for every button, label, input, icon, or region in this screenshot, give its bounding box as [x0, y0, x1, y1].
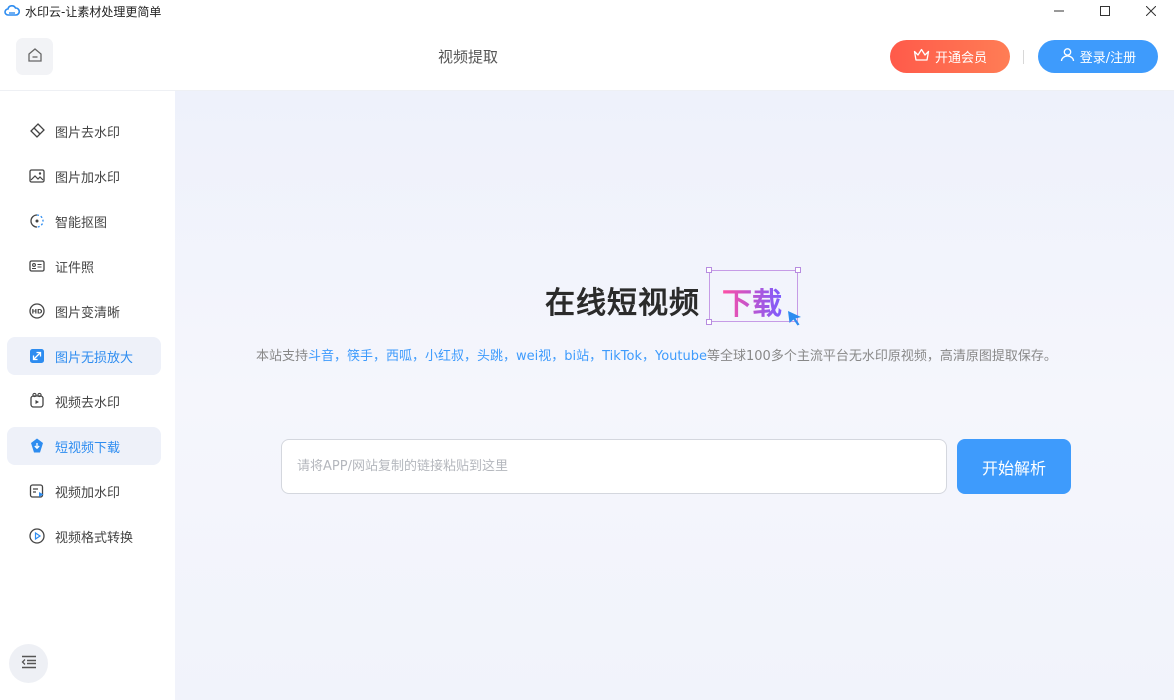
image-icon [28, 167, 46, 185]
hero-title-highlight-box: 下载 [706, 267, 801, 325]
sidebar-item-smart-cutout[interactable]: 智能抠图 [7, 202, 161, 240]
crown-icon [913, 48, 930, 66]
hd-icon: HD [28, 302, 46, 320]
hero-subtitle-prefix: 本站支持 [256, 349, 309, 364]
sidebar-item-id-photo[interactable]: 证件照 [7, 247, 161, 285]
login-button[interactable]: 登录/注册 [1038, 40, 1158, 73]
video-url-input[interactable] [281, 439, 947, 494]
menu-collapse-icon [21, 654, 37, 673]
id-card-icon [28, 257, 46, 275]
hero-subtitle: 本站支持斗音，筷手，西呱，小红叔，头跳，wei视，bi站，TikTok，Yout… [256, 345, 1057, 364]
home-button[interactable] [16, 38, 53, 75]
enlarge-icon [28, 347, 46, 365]
sidebar-item-video-remove-watermark[interactable]: 视频去水印 [7, 382, 161, 420]
header-divider [1023, 50, 1024, 64]
sidebar-collapse-button[interactable] [9, 644, 48, 683]
cloud-app-icon [4, 3, 20, 19]
hero-subtitle-suffix: 等全球100多个主流平台无水印原视频，高清原图提取保存。 [707, 349, 1057, 364]
svg-text:HD: HD [32, 308, 43, 316]
sidebar-item-image-add-watermark[interactable]: 图片加水印 [7, 157, 161, 195]
sidebar-item-image-lossless-enlarge[interactable]: 图片无损放大 [7, 337, 161, 375]
vip-button-label: 开通会员 [934, 51, 987, 66]
selection-handle [706, 267, 712, 273]
window-controls [1036, 0, 1174, 22]
main-content: 在线短视频 下载 本站支持斗音，筷手，西呱，小红叔，头跳，wei视，bi站，Ti… [175, 91, 1174, 700]
hero-title: 在线短视频 [545, 286, 700, 321]
video-convert-icon [28, 527, 46, 545]
window-title: 水印云-让素材处理更简单 [25, 4, 162, 19]
cursor-arrow-icon [786, 309, 804, 331]
sidebar: 图片去水印 图片加水印 智能抠图 证件照 HD 图片变清晰 图片无损放大 视频去… [0, 91, 175, 700]
video-eraser-icon [28, 392, 46, 410]
video-watermark-icon [28, 482, 46, 500]
vip-button[interactable]: 开通会员 [890, 40, 1010, 73]
title-bar: 水印云-让素材处理更简单 [0, 0, 1174, 22]
sidebar-item-image-remove-watermark[interactable]: 图片去水印 [7, 112, 161, 150]
user-icon [1060, 47, 1075, 66]
eraser-icon [28, 122, 46, 140]
maximize-button[interactable] [1082, 0, 1128, 22]
selection-handle [706, 319, 712, 325]
start-parse-button[interactable]: 开始解析 [957, 439, 1071, 494]
app-header: 视频提取 开通会员 登录/注册 [0, 22, 1174, 91]
sidebar-item-video-format-convert[interactable]: 视频格式转换 [7, 517, 161, 555]
hero-subtitle-platforms: 斗音，筷手，西呱，小红叔，头跳，wei视，bi站，TikTok，Youtube [308, 349, 708, 364]
cutout-icon [28, 212, 46, 230]
close-button[interactable] [1128, 0, 1174, 22]
login-button-label: 登录/注册 [1079, 51, 1137, 66]
sidebar-item-image-clarify[interactable]: HD 图片变清晰 [7, 292, 161, 330]
download-icon [28, 437, 46, 455]
hero-title-highlight: 下载 [722, 279, 782, 323]
sidebar-item-video-add-watermark[interactable]: 视频加水印 [7, 472, 161, 510]
page-title: 视频提取 [438, 48, 499, 66]
minimize-button[interactable] [1036, 0, 1082, 22]
selection-handle [795, 267, 801, 273]
sidebar-item-short-video-download[interactable]: 短视频下载 [7, 427, 161, 465]
home-icon [27, 47, 43, 67]
